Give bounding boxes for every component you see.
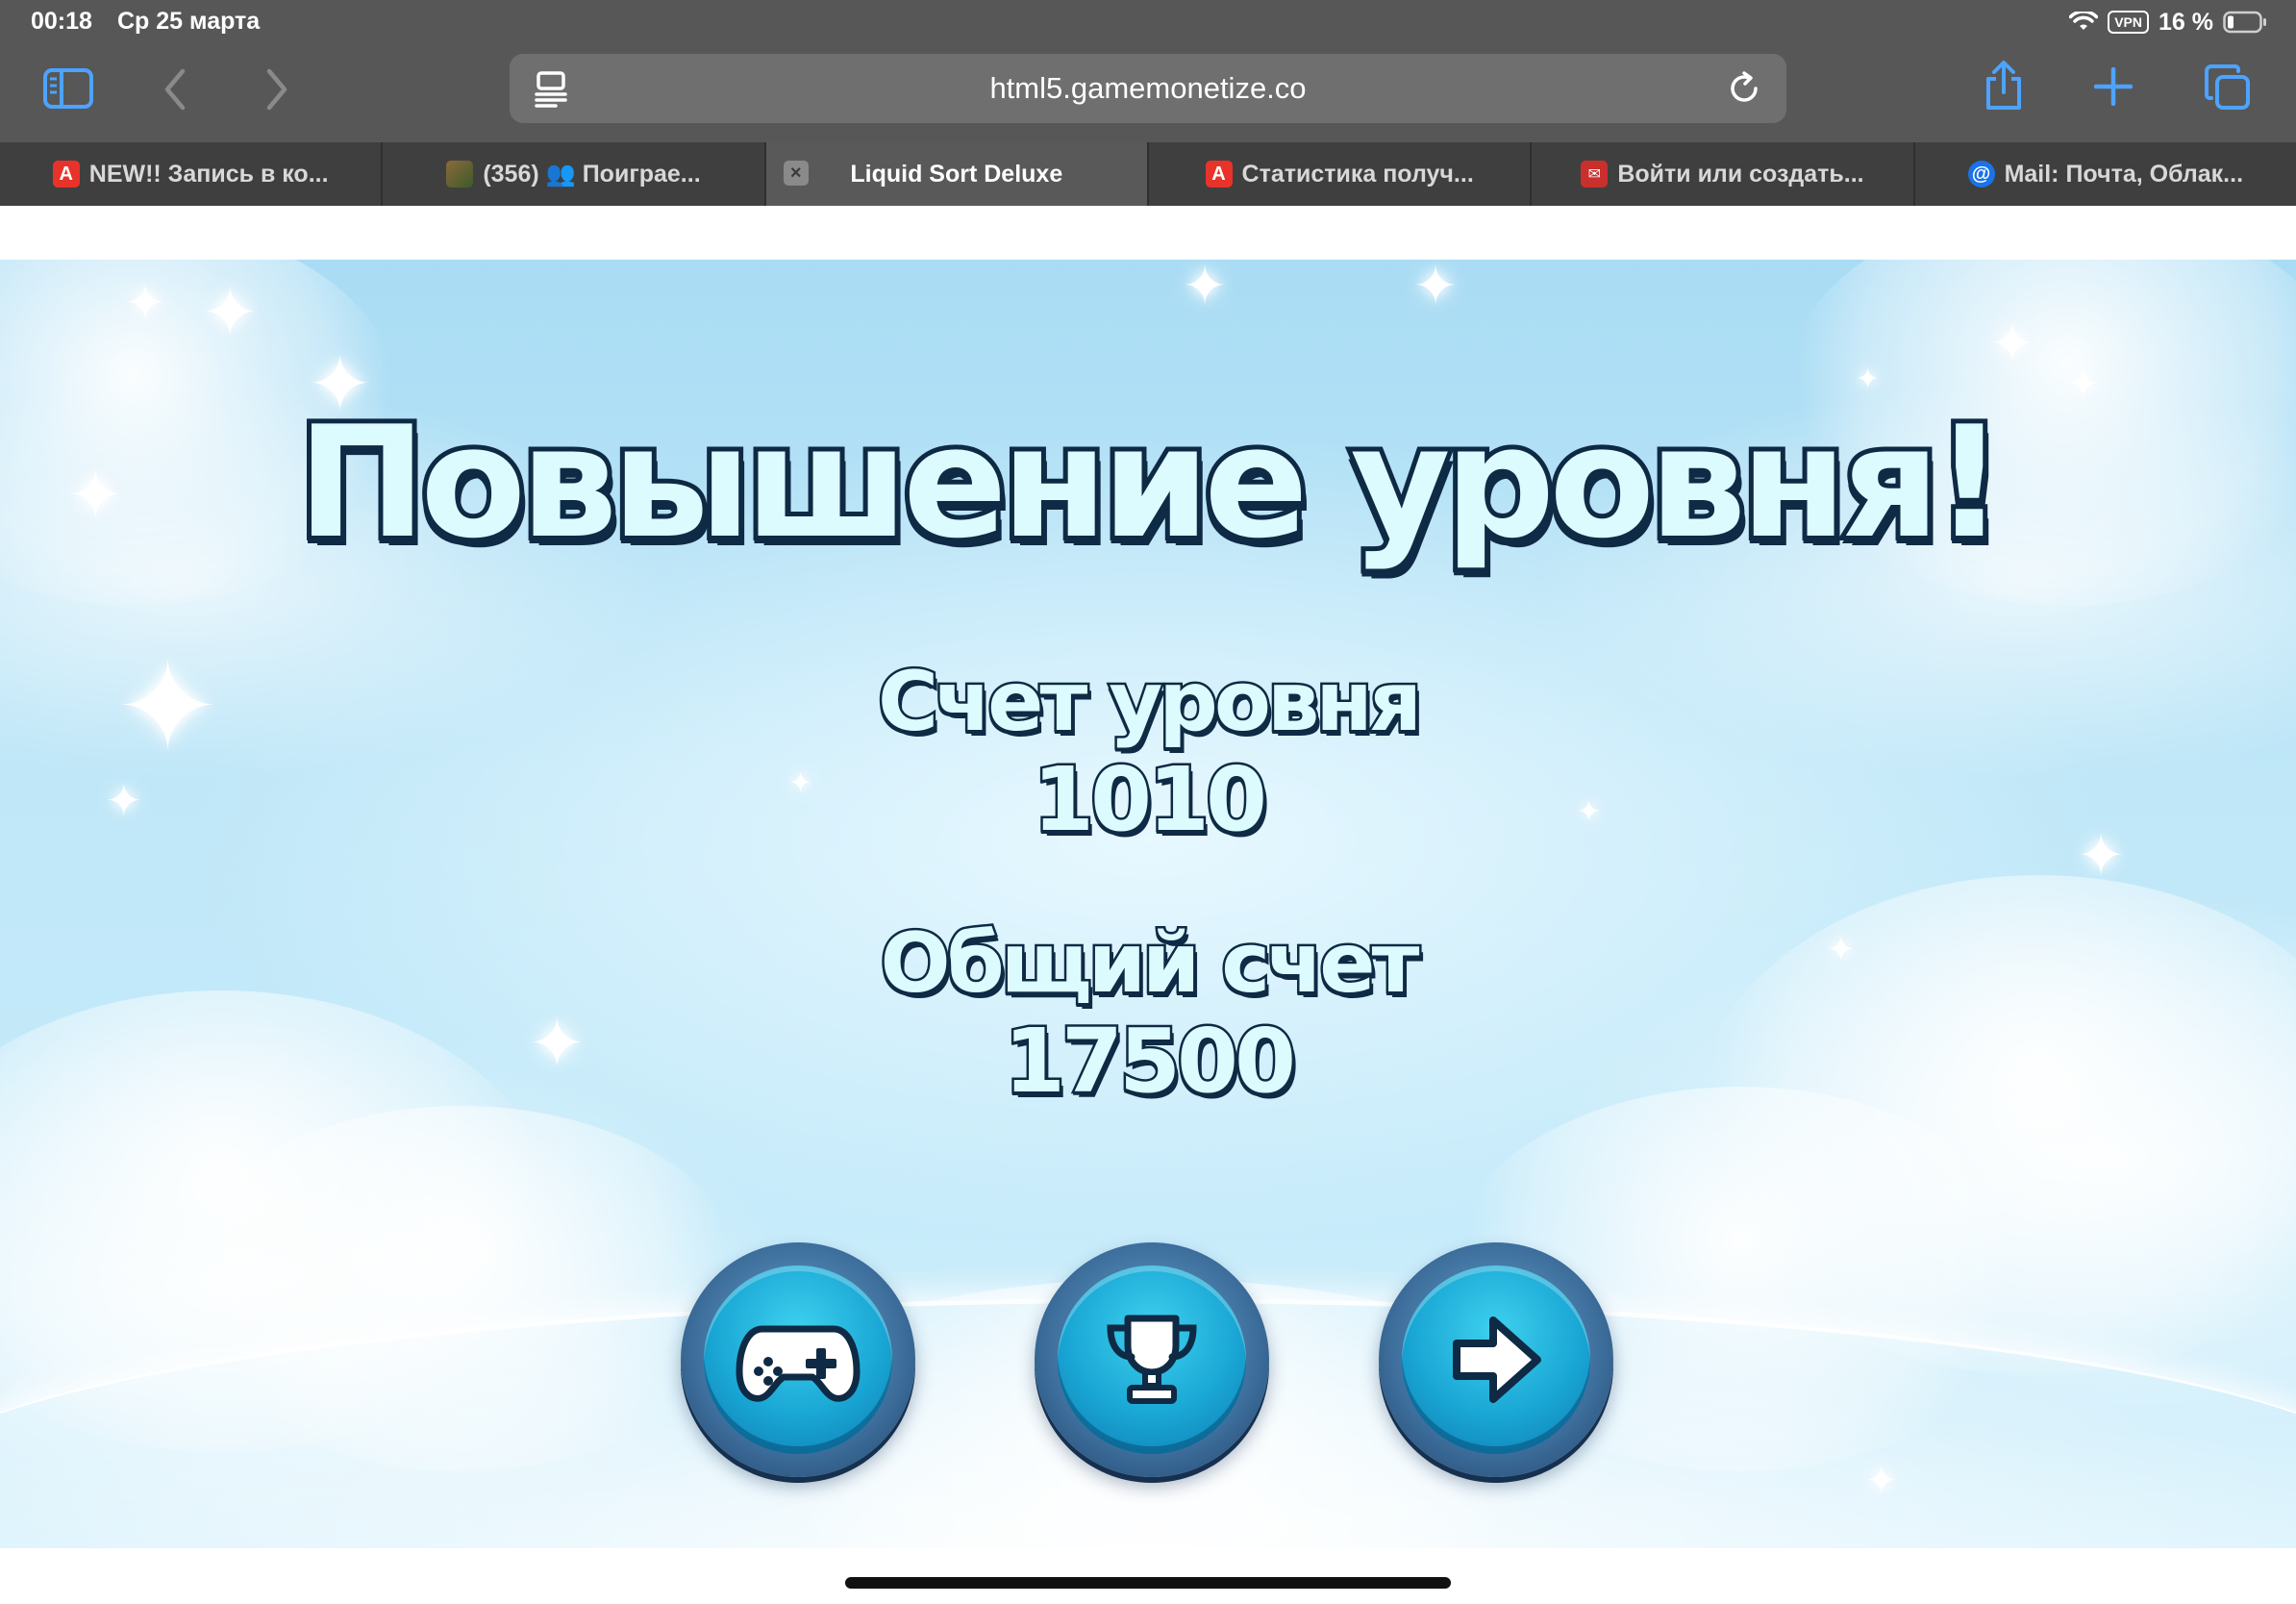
forward-icon[interactable] [263, 67, 290, 112]
tab-4-label: Статистика получ... [1241, 160, 1474, 188]
sparkle-icon: ✦ [125, 276, 165, 330]
level-score-label: Счет уровня [875, 652, 1424, 753]
tab-5-favicon: ✉ [1581, 161, 1609, 188]
sidebar-icon[interactable] [42, 67, 94, 110]
leaderboard-button-face [1058, 1266, 1246, 1454]
next-level-button-face [1402, 1266, 1590, 1454]
tab-5-label: Войти или создать... [1617, 160, 1864, 188]
tab-6-favicon: @ [1967, 161, 1995, 188]
tab-2[interactable]: (356) 👥 Поиграе... [383, 142, 766, 206]
tab-5[interactable]: ✉ Войти или создать... [1532, 142, 1915, 206]
tab-2-favicon [446, 161, 474, 188]
game-canvas[interactable]: ✦ ✦ ✦ ✦ ✦ ✦ ✦ ✦ ✦ ✦ ✦ ✦ ✦ ✦ ✦ ✦ ✦ Повыше… [0, 260, 2296, 1548]
sparkle-icon: ✦ [1990, 313, 2035, 373]
total-score-value: 17500 [1001, 1008, 1298, 1115]
sparkle-icon: ✦ [202, 275, 259, 350]
trophy-icon [1107, 1315, 1197, 1404]
tab-2-label: (356) 👥 Поиграе... [483, 160, 701, 188]
next-level-button[interactable] [1379, 1242, 1613, 1477]
wifi-icon [2069, 12, 2099, 30]
tab-1-label: NEW!! Запись в ко... [88, 160, 329, 188]
status-date: Ср 25 марта [117, 8, 261, 35]
sparkle-icon: ✦ [1183, 260, 1228, 315]
tab-6[interactable]: @ Mail: Почта, Облак... [1915, 142, 2296, 206]
gamepad-icon [736, 1325, 861, 1402]
leaderboard-button[interactable] [1035, 1242, 1269, 1477]
back-icon[interactable] [162, 67, 188, 112]
status-indicators: VPN 16 % [2069, 7, 2267, 38]
next-arrow-icon [1453, 1316, 1541, 1403]
browser-toolbar: 00:18 Ср 25 марта VPN 16 % html5.gamemon… [0, 0, 2296, 142]
battery-icon [2223, 11, 2266, 34]
address-bar[interactable]: html5.gamemonetize.co [510, 54, 1786, 123]
tab-1-favicon: A [52, 161, 80, 188]
vpn-badge: VPN [2108, 11, 2150, 34]
sparkle-icon: ✦ [1413, 260, 1459, 315]
more-games-button[interactable] [681, 1242, 915, 1477]
tab-strip: A NEW!! Запись в ко... (356) 👥 Поиграе..… [0, 142, 2296, 206]
home-indicator[interactable] [845, 1577, 1451, 1589]
tab-3-label: Liquid Sort Deluxe [850, 160, 1063, 188]
tab-4[interactable]: A Статистика получ... [1149, 142, 1533, 206]
battery-percent: 16 % [2159, 8, 2213, 36]
tab-close-icon[interactable]: × [783, 161, 809, 186]
share-icon[interactable] [1983, 60, 2025, 112]
sparkle-icon: ✦ [1856, 363, 1881, 395]
tabs-icon[interactable] [2204, 63, 2252, 112]
reload-icon[interactable] [1727, 71, 1761, 106]
tab-3-active[interactable]: × Liquid Sort Deluxe [765, 142, 1149, 206]
sparkle-icon: ✦ [1865, 1460, 1898, 1502]
status-time: 00:18 [31, 8, 92, 35]
level-up-title: Повышение уровня! [292, 388, 2009, 577]
tab-1[interactable]: A NEW!! Запись в ко... [0, 142, 384, 206]
more-games-button-face [704, 1266, 892, 1454]
url-text[interactable]: html5.gamemonetize.co [510, 54, 1786, 123]
tab-4-favicon: A [1205, 161, 1233, 188]
tab-6-label: Mail: Почта, Облак... [2004, 160, 2244, 188]
total-score-label: Общий счет [878, 914, 1422, 1015]
level-score-value: 1010 [1030, 746, 1269, 854]
new-tab-icon[interactable] [2094, 67, 2133, 106]
